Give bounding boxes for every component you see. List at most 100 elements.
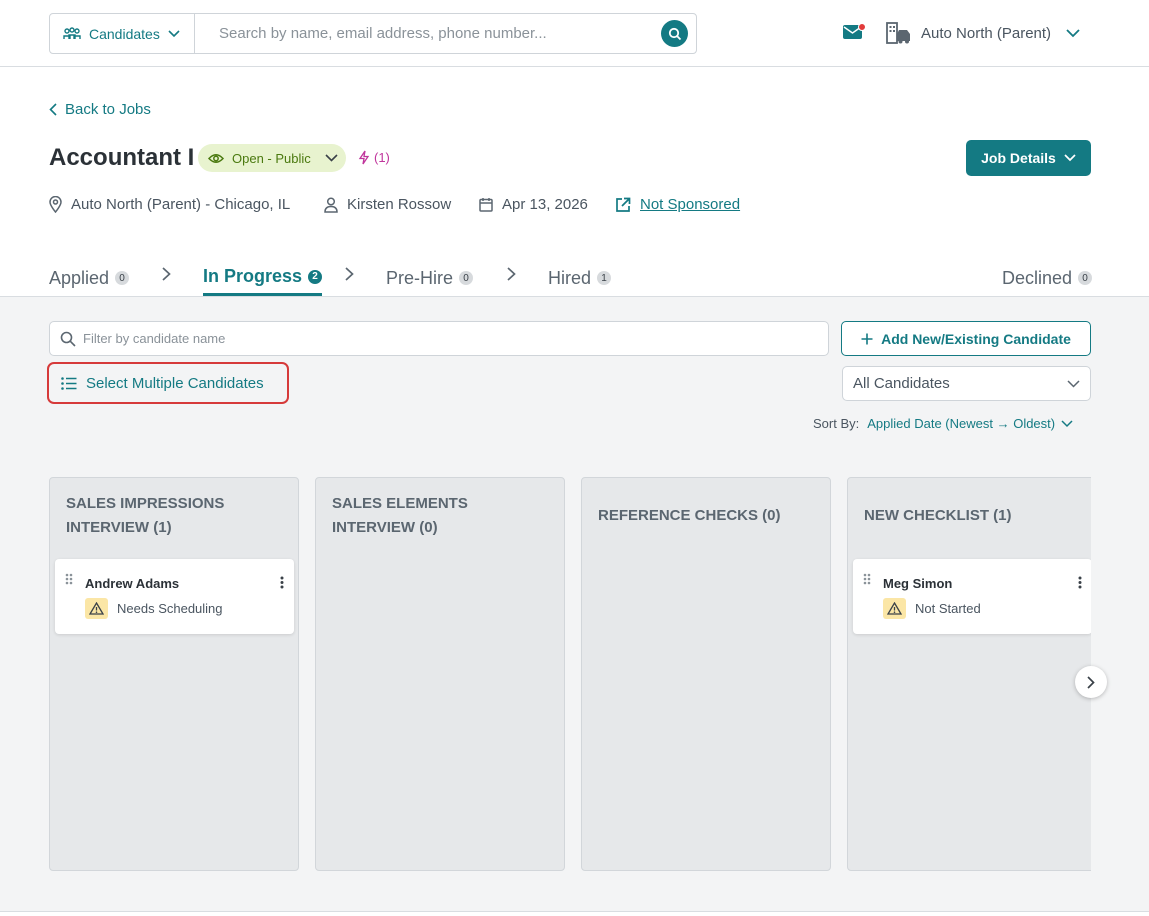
tab-declined[interactable]: Declined 0 [1002, 260, 1093, 296]
candidate-card[interactable]: Andrew Adams Needs Scheduling [55, 559, 294, 634]
tab-label: Hired [548, 267, 592, 288]
search-icon [60, 331, 76, 347]
back-to-jobs-link[interactable]: Back to Jobs [49, 101, 151, 118]
tab-count: 2 [308, 269, 323, 284]
candidate-status: Not Started [883, 598, 981, 619]
sort-value: Applied Date (Newest → Oldest) [867, 416, 1056, 431]
chevron-down-icon [325, 154, 338, 162]
job-location-text: Auto North (Parent) - Chicago, IL [71, 196, 291, 213]
user-icon [324, 196, 338, 213]
tab-label: Applied [49, 267, 110, 288]
column-title: REFERENCE CHECKS (0) [598, 507, 781, 524]
pipeline-area: Add New/Existing Candidate Select Multip… [0, 297, 1149, 912]
chevron-down-icon [1067, 379, 1080, 388]
bolt-icon [358, 150, 370, 165]
search-scope-label: Candidates [89, 25, 160, 42]
list-icon [61, 376, 77, 390]
back-label: Back to Jobs [65, 101, 151, 118]
candidate-name[interactable]: Andrew Adams [85, 576, 179, 591]
column-title: SALES ELEMENTS INTERVIEW (0) [332, 495, 468, 536]
external-link-icon [616, 197, 631, 212]
stage-tabs: Applied 0 In Progress 2 Pre-Hire 0 Hired… [0, 250, 1149, 297]
tab-label: Pre-Hire [386, 267, 454, 288]
tab-count: 1 [597, 271, 612, 285]
kebab-icon[interactable] [280, 576, 284, 589]
tab-pre-hire[interactable]: Pre-Hire 0 [386, 260, 474, 296]
pipeline-column: SALES ELEMENTS INTERVIEW (0) [315, 477, 565, 871]
job-location: Auto North (Parent) - Chicago, IL [49, 196, 290, 213]
sort-label: Sort By: [813, 416, 860, 431]
candidate-type-value: All Candidates [853, 375, 950, 392]
page-title: Accountant I [49, 144, 195, 171]
tab-hired[interactable]: Hired 1 [548, 260, 612, 296]
candidate-filter-input[interactable] [83, 331, 828, 346]
chevron-right-icon [1087, 675, 1095, 689]
calendar-icon [479, 198, 493, 212]
sort-control: Sort By: Applied Date (Newest → Oldest) [813, 416, 1073, 431]
pipeline-column: SALES IMPRESSIONS INTERVIEW (1) Andrew A… [49, 477, 299, 871]
search-button[interactable] [661, 20, 688, 47]
pipeline-column: REFERENCE CHECKS (0) [581, 477, 831, 871]
add-candidate-button[interactable]: Add New/Existing Candidate [841, 321, 1091, 356]
column-title: NEW CHECKLIST (1) [864, 507, 1012, 524]
candidate-type-select[interactable]: All Candidates [842, 366, 1091, 401]
add-candidate-label: Add New/Existing Candidate [881, 330, 1071, 347]
job-recruiter: Kirsten Rossow [324, 196, 451, 213]
board-scroll-right-button[interactable] [1075, 666, 1107, 698]
select-multiple-label: Select Multiple Candidates [86, 374, 264, 392]
pipeline-board: SALES IMPRESSIONS INTERVIEW (1) Andrew A… [49, 477, 1091, 871]
job-status-label: Open - Public [232, 150, 311, 166]
chevron-left-icon [49, 103, 57, 116]
candidate-name[interactable]: Meg Simon [883, 576, 952, 591]
warning-icon [85, 598, 108, 619]
pipeline-column: NEW CHECKLIST (1) Meg Simon Not Started [847, 477, 1091, 871]
pin-icon [49, 196, 62, 213]
search-scope-dropdown[interactable]: Candidates [50, 14, 195, 53]
top-bar: Candidates Auto North (Parent) [0, 0, 1149, 67]
kebab-icon[interactable] [1078, 576, 1082, 589]
select-multiple-button[interactable]: Select Multiple Candidates [47, 362, 289, 404]
search-icon [668, 27, 681, 40]
drag-handle-icon[interactable] [863, 573, 871, 585]
column-title: SALES IMPRESSIONS INTERVIEW (1) [66, 495, 225, 536]
chevron-right-icon [507, 267, 516, 281]
chevron-down-icon [1061, 419, 1073, 427]
job-recruiter-name: Kirsten Rossow [347, 196, 452, 213]
candidate-card[interactable]: Meg Simon Not Started [853, 559, 1091, 634]
tab-label: Declined [1002, 267, 1073, 288]
sponsorship-link[interactable]: Not Sponsored [615, 196, 740, 213]
job-details-button[interactable]: Job Details [966, 140, 1091, 176]
chevron-down-icon [1064, 154, 1076, 162]
boost-indicator[interactable]: (1) [358, 150, 390, 165]
sort-dropdown[interactable]: Applied Date (Newest → Oldest) [867, 416, 1073, 431]
notification-dot [858, 23, 866, 31]
candidate-status: Needs Scheduling [85, 598, 223, 619]
plus-icon [861, 333, 873, 344]
tab-count: 0 [459, 271, 474, 285]
job-details-label: Job Details [981, 150, 1056, 166]
search-input[interactable] [195, 14, 661, 53]
chevron-right-icon [345, 267, 354, 281]
chevron-down-icon [1066, 28, 1080, 37]
candidate-status-text: Not Started [915, 601, 981, 616]
tab-applied[interactable]: Applied 0 [49, 260, 130, 296]
job-date-text: Apr 13, 2026 [502, 196, 588, 213]
boost-count: (1) [374, 150, 390, 165]
candidate-status-text: Needs Scheduling [117, 601, 223, 616]
chevron-down-icon [168, 29, 180, 37]
job-date: Apr 13, 2026 [479, 196, 588, 213]
chevron-right-icon [162, 267, 171, 281]
tab-label: In Progress [203, 266, 303, 286]
job-status-dropdown[interactable]: Open - Public [198, 144, 346, 172]
sponsorship-text: Not Sponsored [640, 196, 741, 213]
warning-icon [883, 598, 906, 619]
tab-count: 0 [115, 271, 130, 285]
drag-handle-icon[interactable] [65, 573, 73, 585]
org-name: Auto North (Parent) [921, 24, 1052, 42]
candidate-filter [49, 321, 829, 356]
people-icon [63, 26, 81, 39]
global-search: Candidates [49, 13, 697, 54]
org-switcher[interactable]: Auto North (Parent) [886, 22, 1080, 44]
tab-in-progress[interactable]: In Progress 2 [203, 260, 323, 296]
building-car-icon [886, 22, 910, 44]
